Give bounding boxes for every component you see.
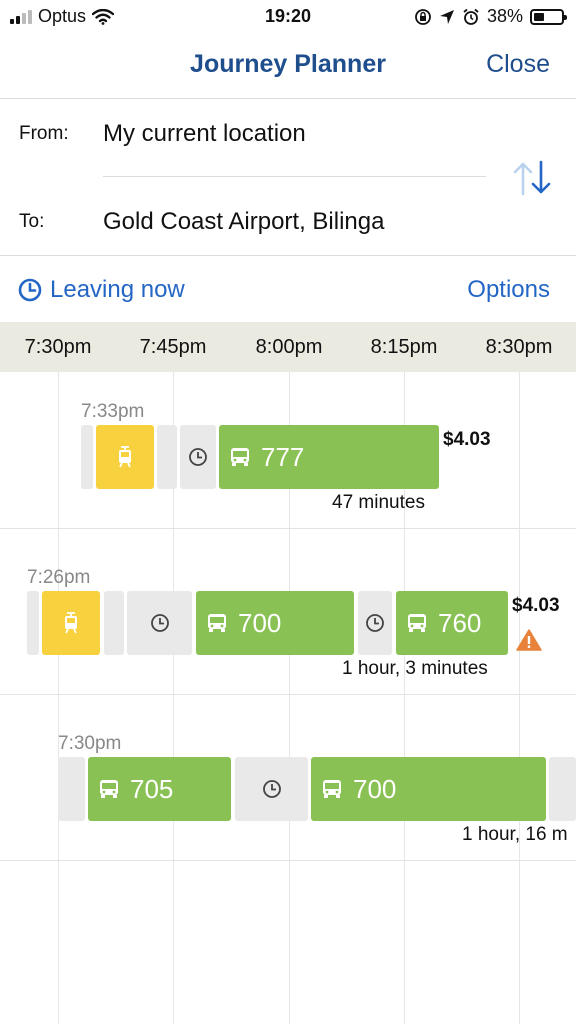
clock-icon (150, 614, 169, 632)
wait-segment (127, 591, 192, 655)
trip-results: 7:33pm 777 $4.03 47 minutes 7:26pm 700 7… (0, 372, 576, 1024)
alarm-icon (463, 8, 479, 25)
close-button[interactable]: Close (486, 50, 550, 79)
timeline-tick: 8:00pm (255, 336, 323, 358)
row-divider (0, 860, 576, 861)
bus-icon (100, 780, 118, 798)
walk-segment (58, 757, 85, 821)
wait-segment (235, 757, 308, 821)
bus-icon (408, 614, 426, 632)
clock-icon (18, 278, 42, 302)
walk-segment (27, 591, 39, 655)
time-options-row: Leaving now Options (0, 257, 576, 322)
trip-option[interactable]: 7:33pm 777 $4.03 47 minutes (0, 372, 576, 538)
bus-route-number: 760 (438, 607, 482, 638)
to-field[interactable]: Gold Coast Airport, Bilinga (103, 208, 384, 236)
wait-segment (180, 425, 216, 489)
row-divider (0, 528, 576, 529)
warning-icon[interactable] (516, 628, 542, 652)
trip-option[interactable]: 7:30pm 705 700 1 hour, 16 m (0, 704, 576, 870)
walk-segment (104, 591, 124, 655)
battery-percent: 38% (486, 6, 523, 26)
timeline-tick: 7:30pm (24, 336, 92, 358)
bus-segment: 700 (196, 591, 354, 655)
walk-segment (549, 757, 576, 821)
row-divider (0, 694, 576, 695)
walk-segment (157, 425, 177, 489)
fare-price: $4.03 (443, 429, 491, 450)
trip-duration: 1 hour, 3 minutes (342, 658, 488, 679)
route-divider (103, 176, 486, 177)
bus-route-number: 777 (261, 441, 305, 472)
walk-segment (81, 425, 93, 489)
options-button[interactable]: Options (467, 276, 550, 304)
tram-segment (96, 425, 154, 489)
tram-icon (119, 446, 131, 468)
bus-icon (323, 780, 341, 798)
clock-icon (262, 780, 281, 798)
timeline-tick: 8:30pm (485, 336, 553, 358)
rotation-lock-icon (415, 8, 431, 25)
bus-route-number: 700 (238, 607, 282, 638)
timeline-tick: 8:15pm (370, 336, 438, 358)
bus-segment: 700 (311, 757, 546, 821)
from-field[interactable]: My current location (103, 120, 306, 148)
clock-icon (189, 448, 207, 466)
timeline-tick: 7:45pm (139, 336, 207, 358)
bus-icon (208, 614, 226, 632)
departure-time: 7:33pm (81, 401, 145, 422)
bus-segment: 777 (219, 425, 439, 489)
bus-segment: 760 (396, 591, 508, 655)
swap-direction-icon[interactable] (510, 158, 556, 198)
battery-level (534, 12, 544, 21)
leaving-now-label: Leaving now (50, 276, 185, 303)
departure-time: 7:30pm (58, 733, 122, 754)
bus-route-number: 705 (130, 773, 174, 804)
battery-icon (530, 8, 567, 25)
bus-segment: 705 (88, 757, 231, 821)
trip-duration: 47 minutes (332, 492, 425, 513)
from-label: From: (19, 123, 69, 144)
status-bar: Optus 19:20 38% (0, 0, 576, 34)
tram-icon (65, 612, 77, 634)
departure-time: 7:26pm (27, 567, 91, 588)
location-arrow-icon (439, 9, 454, 24)
bus-route-number: 700 (353, 773, 397, 804)
tram-segment (42, 591, 100, 655)
status-bar-right: 38% (414, 6, 567, 27)
timeline-header: 7:30pm 7:45pm 8:00pm 8:15pm 8:30pm (0, 322, 576, 372)
to-label: To: (19, 211, 45, 232)
trip-option[interactable]: 7:26pm 700 760 $4.03 1 hour, 3 minutes (0, 538, 576, 704)
route-panel: From: My current location To: Gold Coast… (0, 100, 576, 256)
clock-icon (366, 614, 384, 632)
leaving-now-button[interactable]: Leaving now (18, 276, 185, 304)
bus-icon (231, 448, 249, 466)
nav-bar: Journey Planner Close (0, 34, 576, 99)
fare-price: $4.03 (512, 595, 560, 616)
trip-duration: 1 hour, 16 m (462, 824, 568, 845)
wait-segment (358, 591, 392, 655)
